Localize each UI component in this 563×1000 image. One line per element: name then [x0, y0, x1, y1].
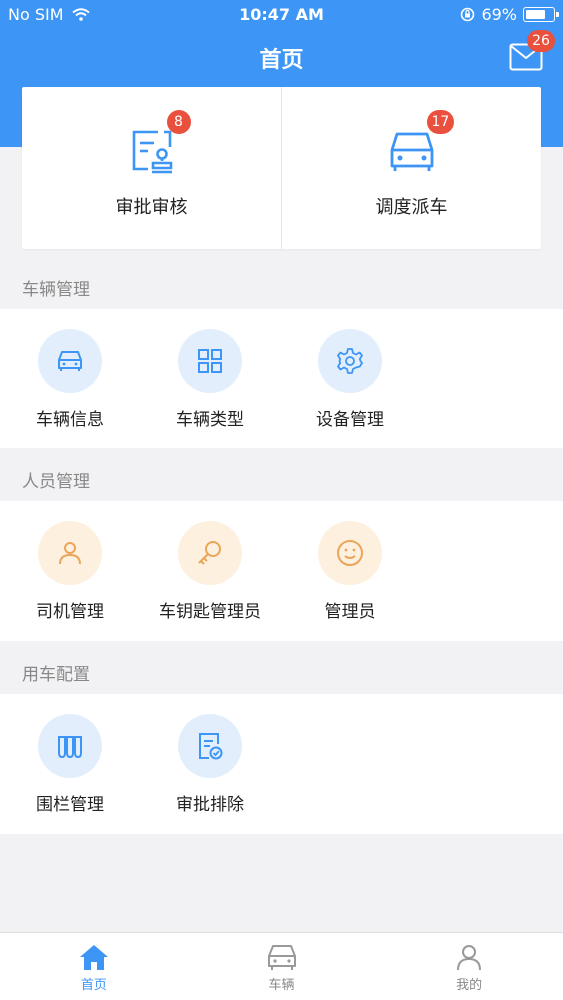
grid-icon: [198, 349, 222, 373]
battery-icon: [523, 7, 559, 22]
car-icon: [390, 132, 433, 171]
key-manager-label: 车钥匙管理员: [159, 602, 261, 622]
device-manage-label: 设备管理: [316, 410, 384, 430]
tab-vehicle[interactable]: 车辆: [188, 933, 376, 1000]
dispatch-card[interactable]: 17 调度派车: [281, 87, 541, 249]
gear-icon: [337, 348, 363, 374]
vehicle-info-label: 车辆信息: [36, 410, 104, 430]
section-title-vehicle: 车辆管理: [22, 280, 90, 300]
home-icon: [79, 945, 108, 970]
battery-percent: 69%: [481, 5, 517, 24]
tab-home-label: 首页: [80, 978, 107, 993]
smiley-icon: [337, 540, 363, 566]
fence-icon: [58, 736, 82, 759]
page-title: 首页: [259, 48, 304, 73]
tab-vehicle-label: 车辆: [268, 978, 295, 993]
section-config: 围栏管理 审批排除: [0, 694, 563, 834]
dispatch-badge: 17: [426, 110, 455, 134]
mail-badge: 26: [527, 30, 555, 52]
fence-manage-label: 围栏管理: [36, 795, 104, 815]
car-icon: [58, 351, 82, 371]
key-icon: [198, 541, 221, 565]
rotation-lock-icon: [461, 7, 475, 22]
status-bar: No SIM 10:47 AM 69%: [0, 0, 563, 30]
device-manage-item[interactable]: 设备管理: [280, 329, 420, 430]
vehicle-info-item[interactable]: 车辆信息: [0, 329, 140, 430]
top-card: 8 审批审核 17 调度派车: [22, 87, 541, 249]
section-title-personnel: 人员管理: [22, 472, 90, 492]
person-icon: [457, 945, 482, 971]
vehicle-type-item[interactable]: 车辆类型: [140, 329, 280, 430]
driver-manage-item[interactable]: 司机管理: [0, 521, 140, 622]
section-vehicle: 车辆信息 车辆类型 设备管理: [0, 309, 563, 448]
approval-exclude-item[interactable]: 审批排除: [140, 714, 280, 815]
tab-bar: 首页 车辆 我的: [0, 932, 563, 1000]
admin-item[interactable]: 管理员: [280, 521, 420, 622]
tab-home[interactable]: 首页: [0, 933, 188, 1000]
driver-manage-label: 司机管理: [36, 602, 104, 622]
dispatch-label: 调度派车: [375, 197, 448, 218]
tab-mine[interactable]: 我的: [375, 933, 563, 1000]
section-title-config: 用车配置: [22, 665, 90, 685]
approval-stamp-icon: [132, 130, 172, 174]
key-manager-item[interactable]: 车钥匙管理员: [140, 521, 280, 622]
section-personnel: 司机管理 车钥匙管理员 管理员: [0, 501, 563, 641]
admin-label: 管理员: [324, 602, 376, 622]
document-check-icon: [199, 733, 223, 760]
person-icon: [59, 542, 81, 565]
approval-card[interactable]: 8 审批审核: [22, 87, 281, 249]
car-icon: [267, 945, 296, 970]
approval-label: 审批审核: [115, 197, 188, 218]
approval-badge: 8: [166, 110, 191, 134]
vehicle-type-label: 车辆类型: [176, 410, 244, 430]
tab-mine-label: 我的: [456, 978, 483, 993]
approval-exclude-label: 审批排除: [176, 795, 244, 815]
fence-manage-item[interactable]: 围栏管理: [0, 714, 140, 815]
